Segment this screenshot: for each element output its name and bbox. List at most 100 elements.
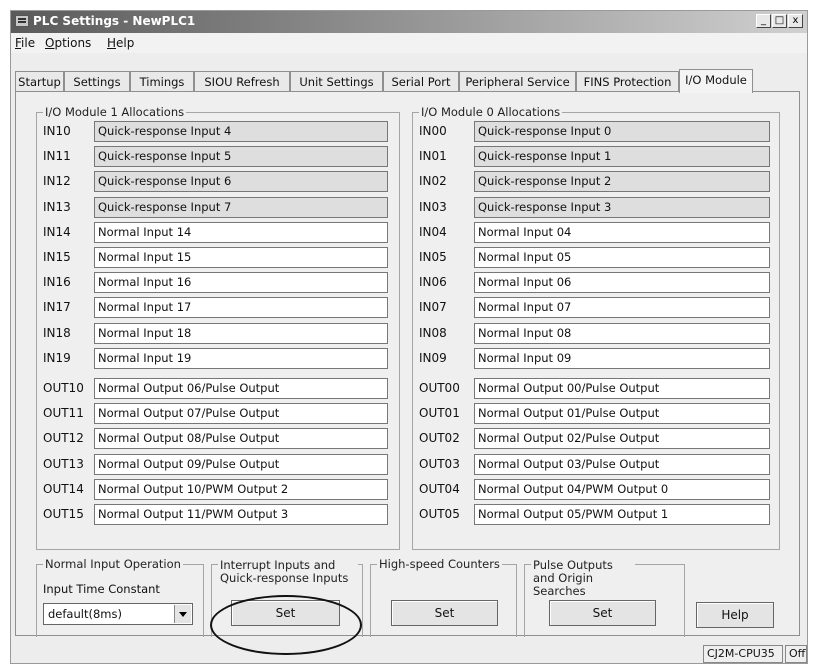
tab-serial-port[interactable]: Serial Port xyxy=(383,71,459,91)
allocation-field[interactable]: Normal Output 11/PWM Output 3 xyxy=(94,504,388,525)
allocation-field[interactable]: Normal Input 09 xyxy=(474,347,770,369)
allocation-field[interactable]: Normal Output 04/PWM Output 0 xyxy=(474,478,770,500)
allocation-label: IN13 xyxy=(43,199,71,214)
input-allocation-row: IN17 Normal Input 17 xyxy=(43,297,388,319)
menu-help[interactable]: Help xyxy=(107,36,134,50)
input-allocation-row: IN12 Quick-response Input 6 xyxy=(43,171,388,193)
output-allocation-row: OUT11 Normal Output 07/Pulse Output xyxy=(43,403,388,425)
allocation-label: IN00 xyxy=(419,124,447,138)
input-allocation-row: IN13 Quick-response Input 7 xyxy=(43,196,388,219)
allocation-field[interactable]: Normal Input 19 xyxy=(94,347,388,369)
counters-set-button[interactable]: Set xyxy=(391,600,498,626)
allocation-field[interactable]: Normal Output 03/Pulse Output xyxy=(474,453,770,475)
input-allocation-row: IN14 Normal Input 14 xyxy=(43,221,388,244)
tab-peripheral-service[interactable]: Peripheral Service xyxy=(459,71,576,91)
io-module-panel: I/O Module 1 Allocations IN10 Quick-respo… xyxy=(15,91,800,637)
menu-file[interactable]: File xyxy=(15,36,35,50)
allocation-label: IN07 xyxy=(419,300,447,315)
allocation-field[interactable]: Normal Output 00/Pulse Output xyxy=(474,378,770,399)
allocation-field[interactable]: Normal Output 08/Pulse Output xyxy=(94,428,388,450)
allocation-field[interactable]: Normal Output 01/Pulse Output xyxy=(474,403,770,425)
input-allocation-row: IN01 Quick-response Input 1 xyxy=(419,146,770,168)
pulse-set-button[interactable]: Set xyxy=(549,600,656,626)
window-title: PLC Settings - NewPLC1 xyxy=(33,14,196,28)
input-allocation-row: IN18 Normal Input 18 xyxy=(43,322,388,345)
output-allocation-row: OUT05 Normal Output 05/PWM Output 1 xyxy=(419,504,770,526)
allocation-label: IN18 xyxy=(43,325,71,340)
input-time-constant-select[interactable]: default(8ms) xyxy=(43,603,193,625)
allocation-field[interactable]: Normal Input 06 xyxy=(474,272,770,294)
tab-fins-protection[interactable]: FINS Protection xyxy=(576,71,679,91)
app-icon xyxy=(15,15,29,27)
allocation-field[interactable]: Normal Input 07 xyxy=(474,297,770,319)
allocation-field[interactable]: Quick-response Input 3 xyxy=(474,196,770,218)
allocation-field[interactable]: Quick-response Input 0 xyxy=(474,121,770,142)
allocation-field[interactable]: Normal Input 17 xyxy=(94,297,388,319)
allocation-label: OUT13 xyxy=(43,456,84,471)
tab-io-module[interactable]: I/O Module xyxy=(679,69,753,93)
normal-input-title: Normal Input Operation xyxy=(43,557,183,571)
allocation-label: IN15 xyxy=(43,250,71,264)
allocation-field[interactable]: Normal Input 18 xyxy=(94,322,388,344)
menu-options[interactable]: Options xyxy=(45,36,91,50)
output-allocation-row: OUT15 Normal Output 11/PWM Output 3 xyxy=(43,504,388,526)
allocation-label: IN06 xyxy=(419,275,447,290)
allocation-label: IN16 xyxy=(43,275,71,290)
input-allocation-row: IN04 Normal Input 04 xyxy=(419,221,770,244)
output-allocation-row: OUT00 Normal Output 00/Pulse Output xyxy=(419,378,770,400)
allocation-field[interactable]: Quick-response Input 1 xyxy=(474,146,770,168)
allocation-field[interactable]: Quick-response Input 4 xyxy=(94,121,388,142)
allocation-field[interactable]: Quick-response Input 7 xyxy=(94,196,388,218)
allocation-field[interactable]: Normal Input 08 xyxy=(474,322,770,344)
allocation-label: IN09 xyxy=(419,350,447,365)
allocation-label: IN10 xyxy=(43,124,71,138)
menu-bar: File Options Help xyxy=(11,33,807,53)
allocation-field[interactable]: Normal Output 02/Pulse Output xyxy=(474,428,770,450)
output-allocation-row: OUT03 Normal Output 03/Pulse Output xyxy=(419,453,770,476)
help-button[interactable]: Help xyxy=(696,602,774,628)
allocation-label: OUT04 xyxy=(419,481,460,496)
allocation-label: IN11 xyxy=(43,149,71,164)
tab-siou-refresh[interactable]: SIOU Refresh xyxy=(194,71,290,91)
allocation-label: IN17 xyxy=(43,300,71,315)
allocation-label: OUT10 xyxy=(43,381,84,395)
allocation-label: OUT05 xyxy=(419,507,460,521)
pulse-outputs-group: Pulse Outputs and Origin Searches Set xyxy=(524,559,685,637)
close-icon[interactable]: x xyxy=(788,14,803,28)
allocation-label: OUT14 xyxy=(43,481,84,496)
tab-startup[interactable]: Startup xyxy=(15,71,64,91)
allocation-field[interactable]: Normal Input 15 xyxy=(94,247,388,268)
allocation-label: IN19 xyxy=(43,350,71,365)
tab-timings[interactable]: Timings xyxy=(130,71,194,91)
tab-settings[interactable]: Settings xyxy=(64,71,130,91)
plc-settings-window: PLC Settings - NewPLC1 _ □ x File Option… xyxy=(10,10,808,664)
allocation-field[interactable]: Normal Output 10/PWM Output 2 xyxy=(94,478,388,500)
allocation-label: OUT12 xyxy=(43,431,84,446)
normal-input-group: Normal Input Operation Input Time Consta… xyxy=(36,557,204,637)
title-bar: PLC Settings - NewPLC1 _ □ x xyxy=(11,11,807,33)
allocation-field[interactable]: Normal Input 14 xyxy=(94,221,388,243)
allocation-field[interactable]: Quick-response Input 6 xyxy=(94,171,388,193)
io-module-0-title: I/O Module 0 Allocations xyxy=(419,105,563,119)
allocation-field[interactable]: Normal Output 09/Pulse Output xyxy=(94,453,388,475)
input-allocation-row: IN05 Normal Input 05 xyxy=(419,247,770,269)
allocation-label: IN03 xyxy=(419,199,447,214)
allocation-field[interactable]: Normal Input 04 xyxy=(474,221,770,243)
io-module-1-title: I/O Module 1 Allocations xyxy=(43,105,187,119)
minimize-icon[interactable]: _ xyxy=(756,14,771,28)
input-time-constant-value: default(8ms) xyxy=(48,607,122,621)
allocation-label: IN04 xyxy=(419,224,447,239)
allocation-field[interactable]: Normal Output 06/Pulse Output xyxy=(94,378,388,399)
chevron-down-icon[interactable] xyxy=(174,605,191,623)
tab-unit-settings[interactable]: Unit Settings xyxy=(290,71,383,91)
allocation-field[interactable]: Normal Output 05/PWM Output 1 xyxy=(474,504,770,525)
allocation-field[interactable]: Normal Output 07/Pulse Output xyxy=(94,403,388,425)
maximize-icon[interactable]: □ xyxy=(772,14,787,28)
input-allocation-row: IN09 Normal Input 09 xyxy=(419,347,770,370)
allocation-field[interactable]: Quick-response Input 2 xyxy=(474,171,770,193)
allocation-label: OUT02 xyxy=(419,431,460,446)
allocation-label: IN02 xyxy=(419,174,447,189)
allocation-field[interactable]: Normal Input 05 xyxy=(474,247,770,268)
allocation-field[interactable]: Quick-response Input 5 xyxy=(94,146,388,168)
allocation-field[interactable]: Normal Input 16 xyxy=(94,272,388,294)
